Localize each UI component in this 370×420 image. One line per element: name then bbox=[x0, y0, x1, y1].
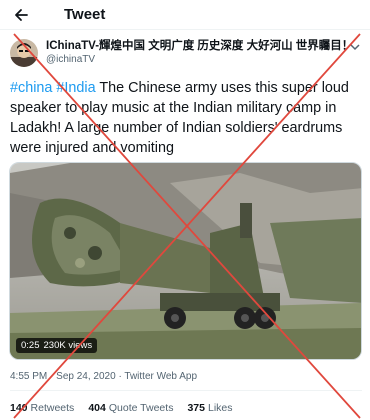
author-display-name[interactable]: IChinaTV-輝煌中国 文明广度 历史深度 大好河山 世界矚目！ bbox=[46, 39, 353, 53]
author-handle[interactable]: @ichinaTV bbox=[46, 53, 353, 67]
likes-stat[interactable]: 375 Likes bbox=[187, 402, 232, 414]
more-options-button[interactable] bbox=[347, 39, 363, 55]
video-views: 230K views bbox=[43, 340, 93, 351]
tweet-stats: 140 Retweets 404 Quote Tweets 375 Likes bbox=[10, 402, 247, 414]
hashtag-china[interactable]: #china bbox=[10, 80, 52, 96]
chevron-down-icon bbox=[350, 44, 360, 51]
tweet-source[interactable]: Twitter Web App bbox=[124, 371, 197, 382]
meta-separator: · bbox=[118, 371, 122, 382]
tweet-header: Tweet bbox=[0, 0, 370, 30]
retweets-stat[interactable]: 140 Retweets bbox=[10, 402, 74, 414]
tweet-text: #china #India The Chinese army uses this… bbox=[10, 78, 362, 158]
tweet-date[interactable]: Sep 24, 2020 bbox=[56, 371, 116, 382]
page-title: Tweet bbox=[64, 6, 106, 23]
divider bbox=[10, 390, 362, 391]
retweets-count: 140 bbox=[10, 402, 28, 414]
avatar[interactable] bbox=[10, 39, 38, 67]
meta-separator: · bbox=[50, 371, 54, 382]
video-thumbnail bbox=[10, 163, 361, 359]
likes-label: Likes bbox=[207, 402, 233, 414]
video-info-badge: 0:25 230K views bbox=[16, 338, 98, 353]
arrow-left-icon bbox=[15, 8, 28, 21]
tweet-meta: 4:55 PM · Sep 24, 2020 · Twitter Web App bbox=[10, 371, 197, 382]
video-player[interactable]: 0:25 230K views bbox=[9, 162, 362, 360]
back-button[interactable] bbox=[6, 0, 36, 30]
likes-count: 375 bbox=[187, 402, 205, 414]
quotes-count: 404 bbox=[88, 402, 106, 414]
tweet-time[interactable]: 4:55 PM bbox=[10, 371, 47, 382]
quote-tweets-stat[interactable]: 404 Quote Tweets bbox=[88, 402, 173, 414]
hashtag-india[interactable]: #India bbox=[56, 80, 95, 96]
quotes-label: Quote Tweets bbox=[108, 402, 174, 414]
video-duration: 0:25 bbox=[21, 340, 40, 351]
retweets-label: Retweets bbox=[30, 402, 75, 414]
tweet-author: IChinaTV-輝煌中国 文明广度 历史深度 大好河山 世界矚目！ @ichi… bbox=[10, 35, 365, 71]
